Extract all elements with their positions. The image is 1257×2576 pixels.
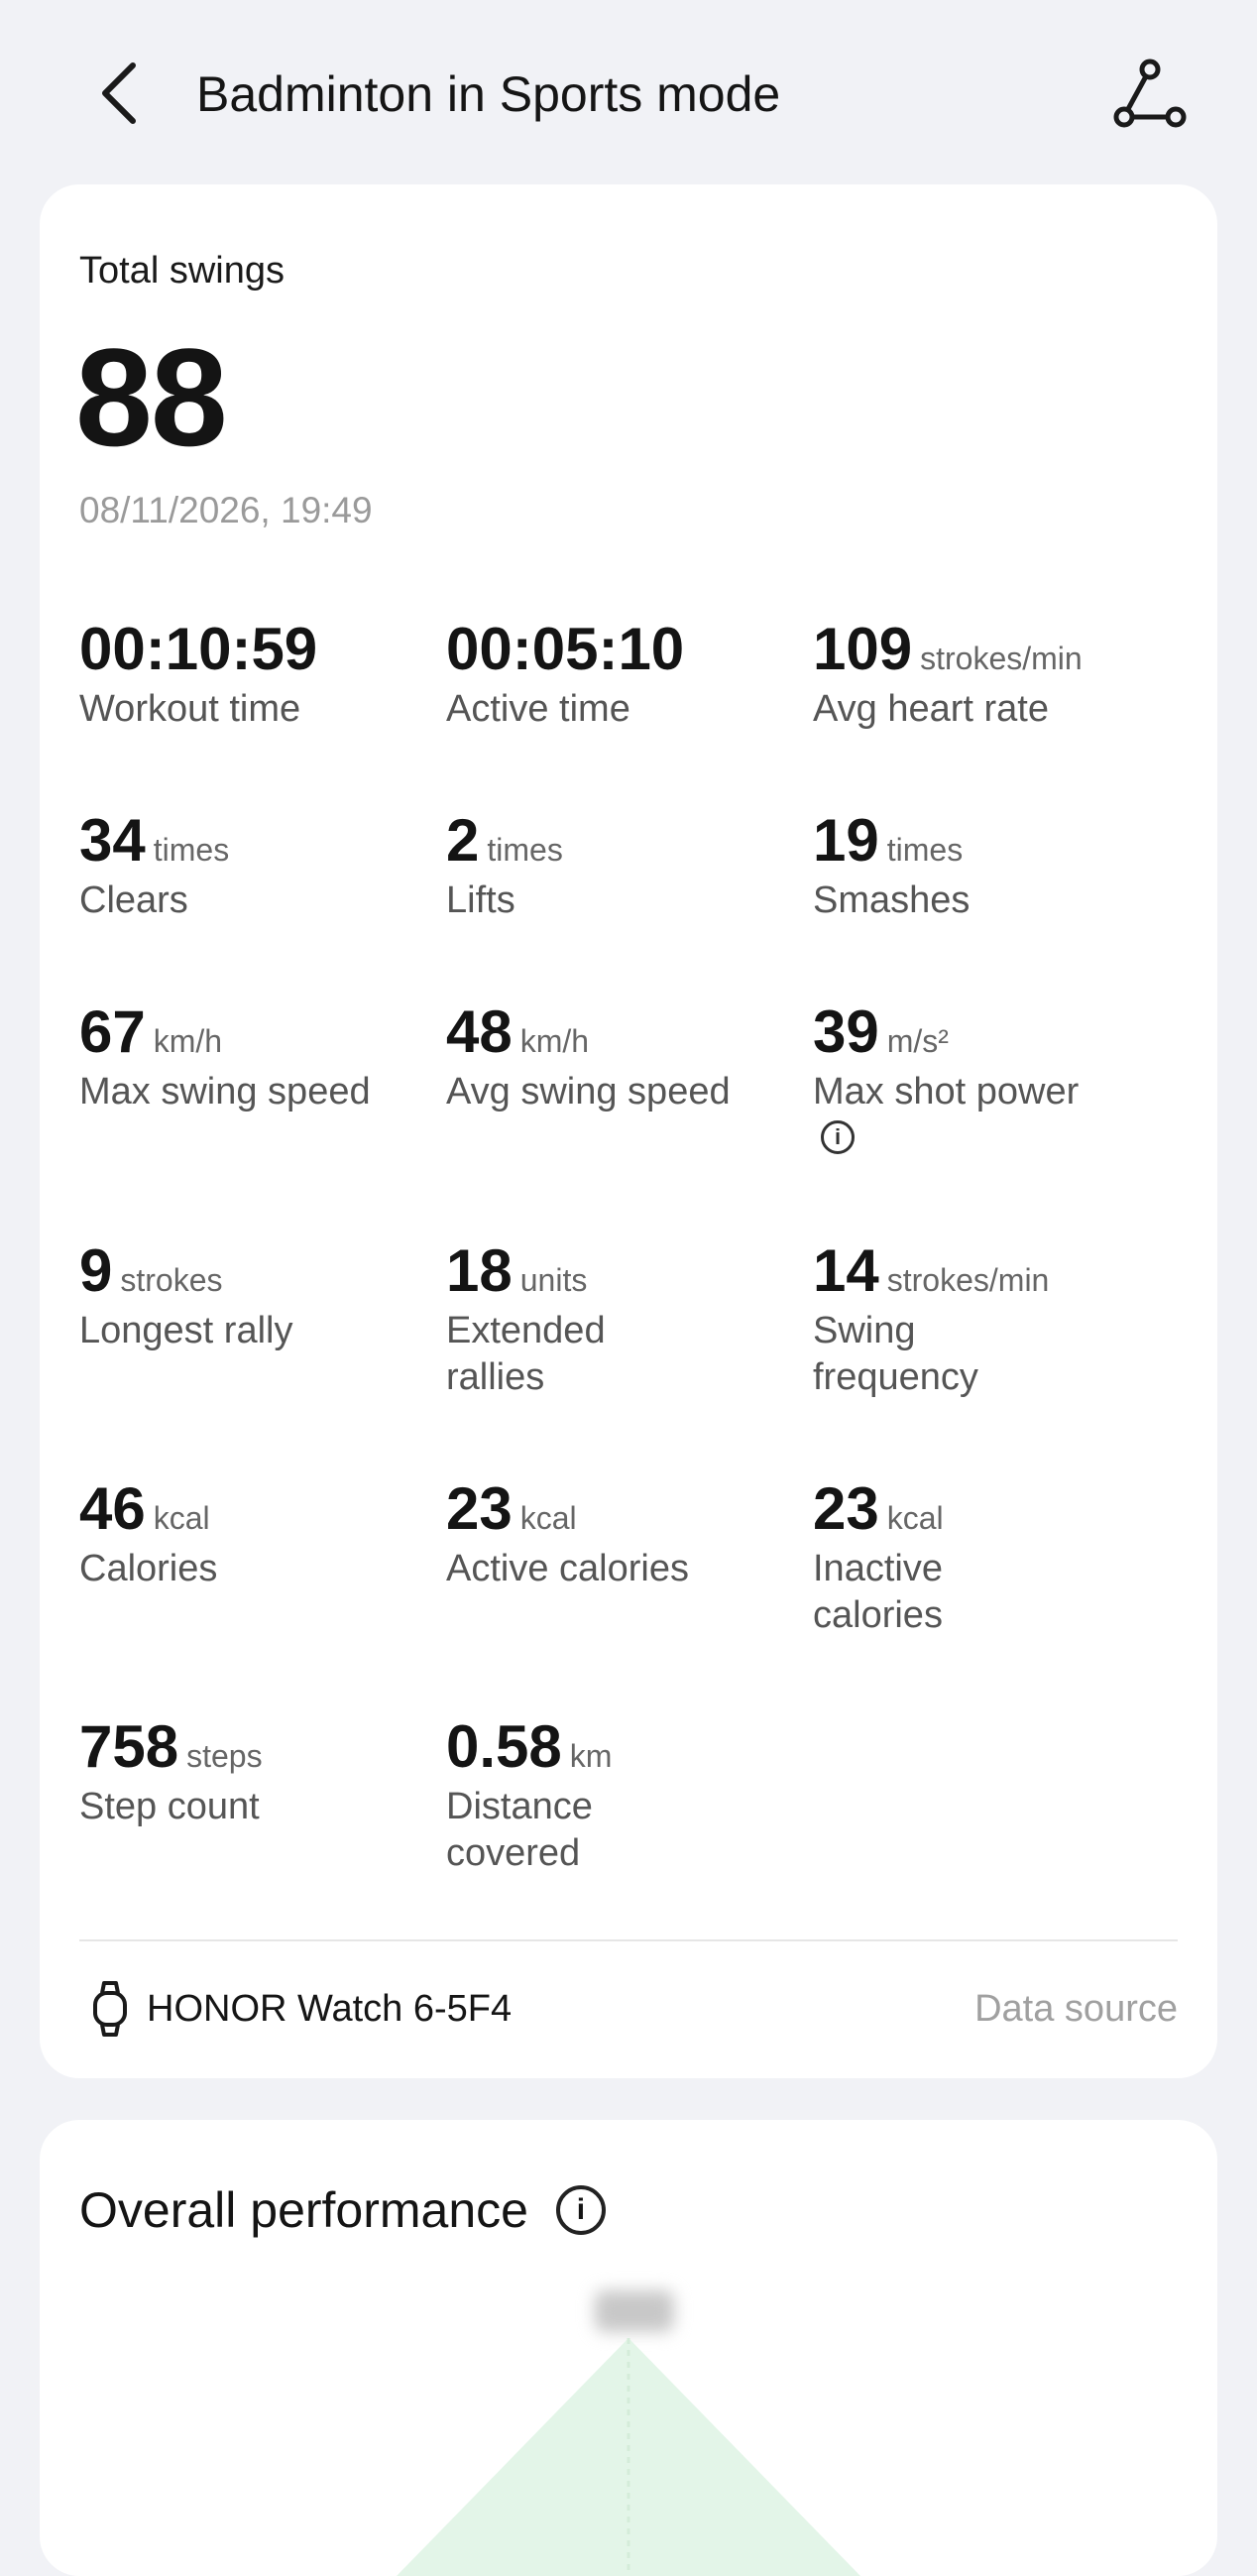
metric-label: Smashes bbox=[813, 879, 971, 921]
metric-step-count: 758 steps Step count bbox=[79, 1712, 416, 1830]
metric-unit: kcal bbox=[153, 1500, 210, 1536]
metric-avg-heart-rate: 109 strokes/min Avg heart rate bbox=[813, 615, 1190, 733]
metric-value: 39 bbox=[813, 998, 879, 1065]
chevron-left-icon bbox=[102, 62, 136, 124]
device-row[interactable]: HONOR Watch 6-5F4 Data source bbox=[79, 1969, 1178, 2049]
metric-value: 48 bbox=[446, 998, 513, 1065]
metric-unit: times bbox=[886, 832, 964, 868]
metric-smashes: 19 times Smashes bbox=[813, 806, 1150, 924]
metric-label: Swing frequency bbox=[813, 1310, 978, 1398]
workout-date: 08/11/2026, 19:49 bbox=[79, 490, 373, 530]
metric-swing-frequency: 14 strokes/min Swing frequency bbox=[813, 1236, 1071, 1401]
metric-value: 2 bbox=[446, 807, 480, 874]
radar-chart bbox=[397, 2338, 860, 2576]
metric-unit: units bbox=[519, 1262, 588, 1298]
metric-calories: 46 kcal Calories bbox=[79, 1474, 416, 1592]
data-source-link[interactable]: Data source bbox=[974, 1988, 1178, 2031]
metric-distance-covered: 0.58 km Distance covered bbox=[446, 1712, 694, 1877]
metric-inactive-calories: 23 kcal Inactive calories bbox=[813, 1474, 1071, 1639]
total-swings-label: Total swings bbox=[79, 250, 285, 292]
metric-value: 109 bbox=[813, 616, 913, 682]
metric-extended-rallies: 18 units Extended rallies bbox=[446, 1236, 694, 1401]
performance-title-text: Overall performance bbox=[79, 2182, 528, 2238]
metric-label: Step count bbox=[79, 1786, 260, 1827]
metric-label: Avg heart rate bbox=[813, 688, 1050, 730]
metric-label-text: Max shot power bbox=[813, 1071, 1080, 1112]
metric-value: 23 bbox=[446, 1475, 513, 1542]
overall-performance-card: Overall performance i bbox=[40, 2120, 1217, 2576]
back-button[interactable] bbox=[91, 56, 147, 131]
route-button[interactable] bbox=[1112, 58, 1188, 133]
watch-icon bbox=[93, 1981, 127, 2037]
metric-label: Clears bbox=[79, 879, 188, 921]
metric-active-calories: 23 kcal Active calories bbox=[446, 1474, 783, 1592]
metric-max-shot-power: 39 m/s² Max shot power i bbox=[813, 997, 1110, 1162]
metric-label: Extended rallies bbox=[446, 1310, 606, 1398]
metric-value: 14 bbox=[813, 1237, 879, 1304]
workout-summary-card: Total swings 88 08/11/2026, 19:49 00:10:… bbox=[40, 184, 1217, 2078]
metric-active-time: 00:05:10 Active time bbox=[446, 615, 783, 733]
metric-value: 18 bbox=[446, 1237, 513, 1304]
metric-value: 9 bbox=[79, 1237, 113, 1304]
metric-label: Max swing speed bbox=[79, 1071, 371, 1112]
metric-label: Lifts bbox=[446, 879, 515, 921]
metric-label: Max shot power i bbox=[813, 1069, 1110, 1162]
divider bbox=[79, 1939, 1178, 1941]
metric-label: Workout time bbox=[79, 688, 301, 730]
metric-avg-swing-speed: 48 km/h Avg swing speed bbox=[446, 997, 743, 1115]
metric-label: Longest rally bbox=[79, 1310, 293, 1351]
metric-label: Inactive calories bbox=[813, 1548, 943, 1636]
metric-max-swing-speed: 67 km/h Max swing speed bbox=[79, 997, 377, 1115]
metric-unit: times bbox=[487, 832, 563, 868]
metric-workout-time: 00:10:59 Workout time bbox=[79, 615, 416, 733]
performance-title: Overall performance i bbox=[79, 2181, 606, 2239]
metric-lifts: 2 times Lifts bbox=[446, 806, 783, 924]
metric-unit: strokes/min bbox=[920, 641, 1083, 676]
metric-value: 67 bbox=[79, 998, 146, 1065]
metric-label: Calories bbox=[79, 1548, 218, 1589]
metric-value: 46 bbox=[79, 1475, 146, 1542]
metric-value: 19 bbox=[813, 807, 879, 874]
metric-clears: 34 times Clears bbox=[79, 806, 416, 924]
metric-value: 0.58 bbox=[446, 1713, 562, 1780]
metric-value: 23 bbox=[813, 1475, 879, 1542]
metric-label: Active calories bbox=[446, 1548, 689, 1589]
metric-unit: times bbox=[153, 832, 230, 868]
info-icon[interactable]: i bbox=[821, 1119, 855, 1154]
metric-unit: kcal bbox=[886, 1500, 944, 1536]
metric-label: Avg swing speed bbox=[446, 1071, 731, 1112]
metric-unit: strokes bbox=[120, 1262, 223, 1298]
metric-unit: km/h bbox=[153, 1023, 223, 1059]
metric-value: 00:10:59 bbox=[79, 616, 318, 682]
metric-unit: km/h bbox=[519, 1023, 590, 1059]
total-swings-value: 88 bbox=[75, 319, 228, 475]
route-icon bbox=[1113, 59, 1187, 128]
metric-unit: km bbox=[569, 1738, 613, 1774]
metric-unit: m/s² bbox=[886, 1023, 949, 1059]
metric-longest-rally: 9 strokes Longest rally bbox=[79, 1236, 416, 1354]
header: Badminton in Sports mode bbox=[0, 0, 1257, 184]
metric-label: Active time bbox=[446, 688, 630, 730]
metric-value: 758 bbox=[79, 1713, 179, 1780]
metric-unit: kcal bbox=[519, 1500, 577, 1536]
metric-value: 34 bbox=[79, 807, 146, 874]
metric-label: Distance covered bbox=[446, 1786, 593, 1874]
info-icon[interactable]: i bbox=[555, 2185, 606, 2235]
metric-unit: strokes/min bbox=[886, 1262, 1050, 1298]
metric-value: 00:05:10 bbox=[446, 616, 685, 682]
device-name: HONOR Watch 6-5F4 bbox=[147, 1987, 513, 2030]
metric-unit: steps bbox=[186, 1738, 263, 1774]
page-title: Badminton in Sports mode bbox=[196, 66, 781, 122]
